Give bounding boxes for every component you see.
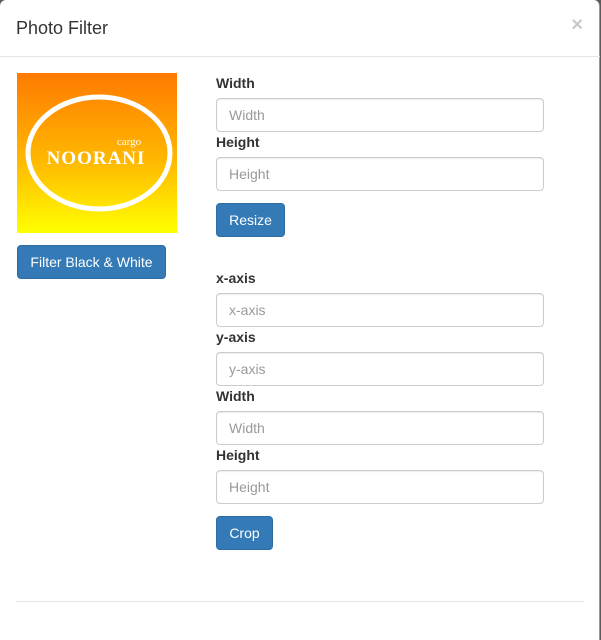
crop-button[interactable]: Crop bbox=[216, 516, 273, 550]
noorani-logo: cargo NOORANI bbox=[25, 94, 173, 212]
modal-footer-divider bbox=[16, 601, 584, 602]
resize-width-input[interactable] bbox=[216, 98, 544, 132]
resize-width-label: Width bbox=[216, 75, 255, 91]
resize-button[interactable]: Resize bbox=[216, 203, 285, 237]
crop-x-label: x-axis bbox=[216, 270, 256, 286]
crop-height-input[interactable] bbox=[216, 470, 544, 504]
crop-width-input[interactable] bbox=[216, 411, 544, 445]
logo-brand-text: NOORANI bbox=[47, 148, 146, 169]
photo-preview: cargo NOORANI bbox=[17, 73, 177, 233]
close-icon[interactable]: × bbox=[571, 15, 583, 35]
modal-header: Photo Filter × bbox=[0, 0, 600, 57]
crop-x-input[interactable] bbox=[216, 293, 544, 327]
crop-height-label: Height bbox=[216, 447, 260, 463]
photo-filter-modal: Photo Filter × cargo NOORANI Filter Blac… bbox=[0, 0, 600, 640]
crop-width-label: Width bbox=[216, 388, 255, 404]
crop-y-input[interactable] bbox=[216, 352, 544, 386]
crop-y-label: y-axis bbox=[216, 329, 256, 345]
resize-height-label: Height bbox=[216, 134, 260, 150]
resize-height-input[interactable] bbox=[216, 157, 544, 191]
logo-small-text: cargo bbox=[117, 136, 142, 148]
modal-title: Photo Filter bbox=[16, 18, 109, 38]
filter-black-white-button[interactable]: Filter Black & White bbox=[17, 245, 166, 279]
